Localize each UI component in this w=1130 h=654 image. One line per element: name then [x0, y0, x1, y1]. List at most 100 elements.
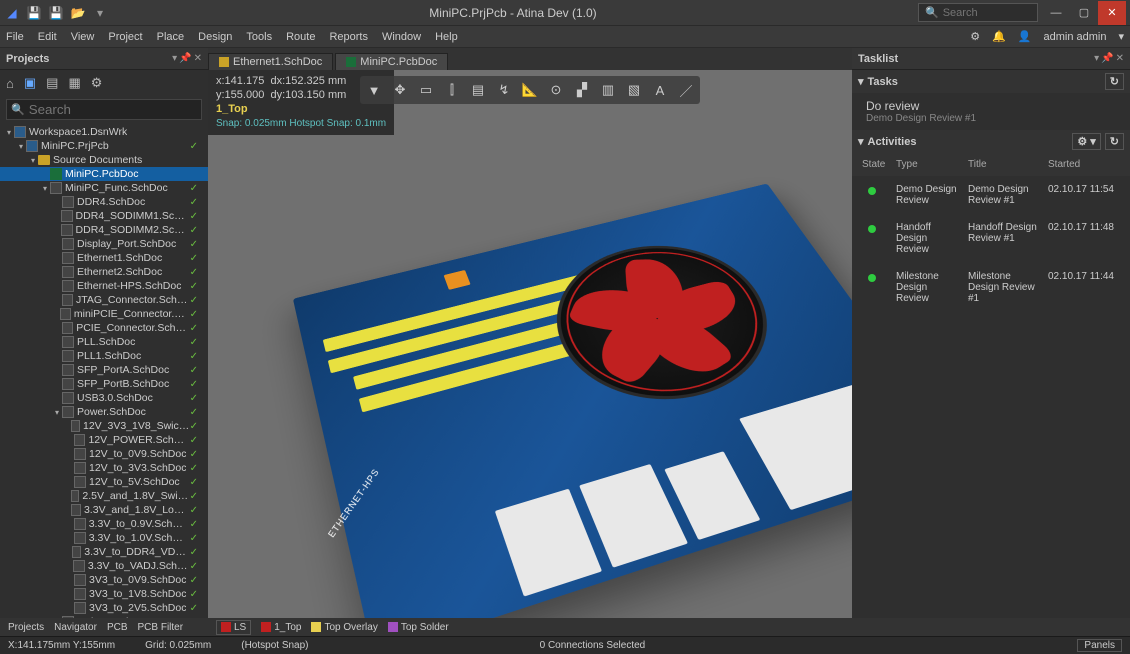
refresh-button[interactable]: ↻ — [1105, 73, 1124, 90]
new-project-icon[interactable]: ▣ — [24, 75, 36, 91]
tree-item[interactable]: ▾MiniPC.PrjPcb✓ — [0, 139, 208, 153]
tree-item[interactable]: SFP_PortA.SchDoc✓ — [0, 363, 208, 377]
tree-item[interactable]: ▾Power.SchDoc✓ — [0, 405, 208, 419]
tree-item[interactable]: 3V3_to_1V8.SchDoc✓ — [0, 587, 208, 601]
projects-search-input[interactable] — [29, 102, 189, 117]
layer-tab[interactable]: 1_Top — [261, 622, 301, 633]
maximize-button[interactable]: ▢ — [1070, 1, 1098, 25]
collapse-icon[interactable]: ▾ — [858, 135, 864, 148]
tree-item[interactable]: DDR4_SODIMM2.SchDoc✓ — [0, 223, 208, 237]
tree-item[interactable]: 3V3_to_2V5.SchDoc✓ — [0, 601, 208, 615]
global-search-input[interactable] — [943, 7, 1033, 19]
close-button[interactable]: ✕ — [1098, 1, 1126, 25]
tree-item[interactable]: 12V_3V3_1V8_Swiches.SchDoc✓ — [0, 419, 208, 433]
tree-item[interactable]: DDR4_SODIMM1.SchDoc✓ — [0, 209, 208, 223]
menu-file[interactable]: File — [6, 31, 24, 43]
expand-icon[interactable]: ▾ — [16, 142, 26, 151]
table-row[interactable]: Handoff Design ReviewHandoff Design Revi… — [852, 214, 1130, 263]
route-icon[interactable]: ↯ — [493, 79, 515, 101]
minimize-button[interactable]: — — [1042, 1, 1070, 25]
pin-icon[interactable]: 📌 — [1101, 53, 1113, 64]
tree-item[interactable]: PLL1.SchDoc✓ — [0, 349, 208, 363]
path-icon[interactable]: ／ — [675, 79, 697, 101]
bottom-tab[interactable]: Projects — [8, 622, 44, 633]
align-icon[interactable]: ⫿ — [441, 79, 463, 101]
gear-icon[interactable]: ⚙ — [91, 75, 103, 91]
dropdown-icon[interactable]: ▾ — [172, 53, 177, 64]
menu-window[interactable]: Window — [382, 31, 421, 43]
table-header[interactable]: State Type Title Started — [852, 153, 1130, 176]
table-row[interactable]: Demo Design ReviewDemo Design Review #10… — [852, 176, 1130, 214]
expand-icon[interactable]: ▾ — [40, 184, 50, 193]
add-icon[interactable]: ▦ — [68, 75, 80, 91]
menu-edit[interactable]: Edit — [38, 31, 57, 43]
filter-icon[interactable]: ▼ — [363, 79, 385, 101]
layer-set-button[interactable]: LS — [216, 620, 251, 635]
tree-item[interactable]: Ethernet-HPS.SchDoc✓ — [0, 279, 208, 293]
bottom-tab[interactable]: Navigator — [54, 622, 97, 633]
graph-icon[interactable]: ▞ — [571, 79, 593, 101]
menu-help[interactable]: Help — [435, 31, 458, 43]
document-tab[interactable]: MiniPC.PcbDoc — [335, 53, 448, 70]
menu-view[interactable]: View — [71, 31, 95, 43]
layer-tab[interactable]: Top Overlay — [311, 622, 377, 633]
tree-item[interactable]: Ethernet1.SchDoc✓ — [0, 251, 208, 265]
tree-item[interactable]: 3.3V_to_0.9V.SchDoc✓ — [0, 517, 208, 531]
pcb-3d-view[interactable]: ETHERNET-HPS — [208, 70, 852, 618]
tree-item[interactable]: Ethernet2.SchDoc✓ — [0, 265, 208, 279]
tree-item[interactable]: 3.3V_to_VADJ.SchDoc✓ — [0, 559, 208, 573]
tree-item[interactable]: Display_Port.SchDoc✓ — [0, 237, 208, 251]
tree-item[interactable]: 2.5V_and_1.8V_Switches.SchDoc✓ — [0, 489, 208, 503]
bottom-tab[interactable]: PCB Filter — [138, 622, 184, 633]
user-label[interactable]: admin admin — [1043, 31, 1106, 43]
pin-icon[interactable]: 📌 — [179, 53, 191, 64]
tree-item[interactable]: JTAG_Connector.SchDoc✓ — [0, 293, 208, 307]
open-icon[interactable]: 📂 — [70, 5, 86, 21]
home-icon[interactable]: ⌂ — [6, 76, 14, 91]
menu-route[interactable]: Route — [286, 31, 315, 43]
collapse-icon[interactable]: ▾ — [858, 75, 864, 88]
save-all-icon[interactable]: 💾 — [48, 5, 64, 21]
menu-reports[interactable]: Reports — [329, 31, 368, 43]
activity-refresh-button[interactable]: ↻ — [1105, 133, 1124, 150]
tree-item[interactable]: USB3.0.SchDoc✓ — [0, 391, 208, 405]
tree-item[interactable]: MiniPC.PcbDoc — [0, 167, 208, 181]
menu-place[interactable]: Place — [157, 31, 185, 43]
tree-item[interactable]: ▾Workspace1.DsnWrk — [0, 125, 208, 139]
tree-item[interactable]: PLL.SchDoc✓ — [0, 335, 208, 349]
tree-item[interactable]: 12V_to_0V9.SchDoc✓ — [0, 447, 208, 461]
tree-item[interactable]: 12V_to_3V3.SchDoc✓ — [0, 461, 208, 475]
notifications-icon[interactable]: 🔔 — [992, 30, 1006, 43]
tree-item[interactable]: miniPCIE_Connector.SchDoc✓ — [0, 307, 208, 321]
tree-item[interactable]: ▾Source Documents — [0, 153, 208, 167]
layers-icon[interactable]: ▤ — [467, 79, 489, 101]
bottom-tab[interactable]: PCB — [107, 622, 128, 633]
chart-icon[interactable]: ▥ — [597, 79, 619, 101]
user-icon[interactable]: 👤 — [1018, 30, 1032, 43]
text-icon[interactable]: A — [649, 79, 671, 101]
tree-item[interactable]: SFP_PortB.SchDoc✓ — [0, 377, 208, 391]
drill-icon[interactable]: ⊙ — [545, 79, 567, 101]
expand-icon[interactable]: ▾ — [28, 156, 38, 165]
menu-tools[interactable]: Tools — [246, 31, 272, 43]
tree-item[interactable]: 3.3V_to_1.0V.SchDoc✓ — [0, 531, 208, 545]
tree-item[interactable]: 12V_to_5V.SchDoc✓ — [0, 475, 208, 489]
panel-close-icon[interactable]: ✕ — [1116, 53, 1124, 64]
layer-tab[interactable]: Top Solder — [388, 622, 449, 633]
menu-design[interactable]: Design — [198, 31, 232, 43]
expand-icon[interactable]: ▾ — [52, 408, 62, 417]
tree-item[interactable]: ▾MiniPC_Func.SchDoc✓ — [0, 181, 208, 195]
task-item[interactable]: Do review Demo Design Review #1 — [852, 93, 1130, 130]
tree-item[interactable]: 12V_POWER.SchDoc✓ — [0, 433, 208, 447]
measure-icon[interactable]: 📐 — [519, 79, 541, 101]
dropdown-icon[interactable]: ▾ — [1094, 53, 1099, 64]
compile-icon[interactable]: ▤ — [46, 75, 58, 91]
save-icon[interactable]: 💾 — [26, 5, 42, 21]
tree-item[interactable]: 3.3V_to_DDR4_VDD.SchDoc✓ — [0, 545, 208, 559]
settings-icon[interactable]: ⚙ — [970, 30, 980, 43]
user-dropdown-icon[interactable]: ▾ — [1118, 30, 1124, 43]
tree-item[interactable]: 3V3_to_0V9.SchDoc✓ — [0, 573, 208, 587]
tree-item[interactable]: PCIE_Connector.SchDoc✓ — [0, 321, 208, 335]
document-tab[interactable]: Ethernet1.SchDoc — [208, 53, 333, 70]
histogram-icon[interactable]: ▧ — [623, 79, 645, 101]
